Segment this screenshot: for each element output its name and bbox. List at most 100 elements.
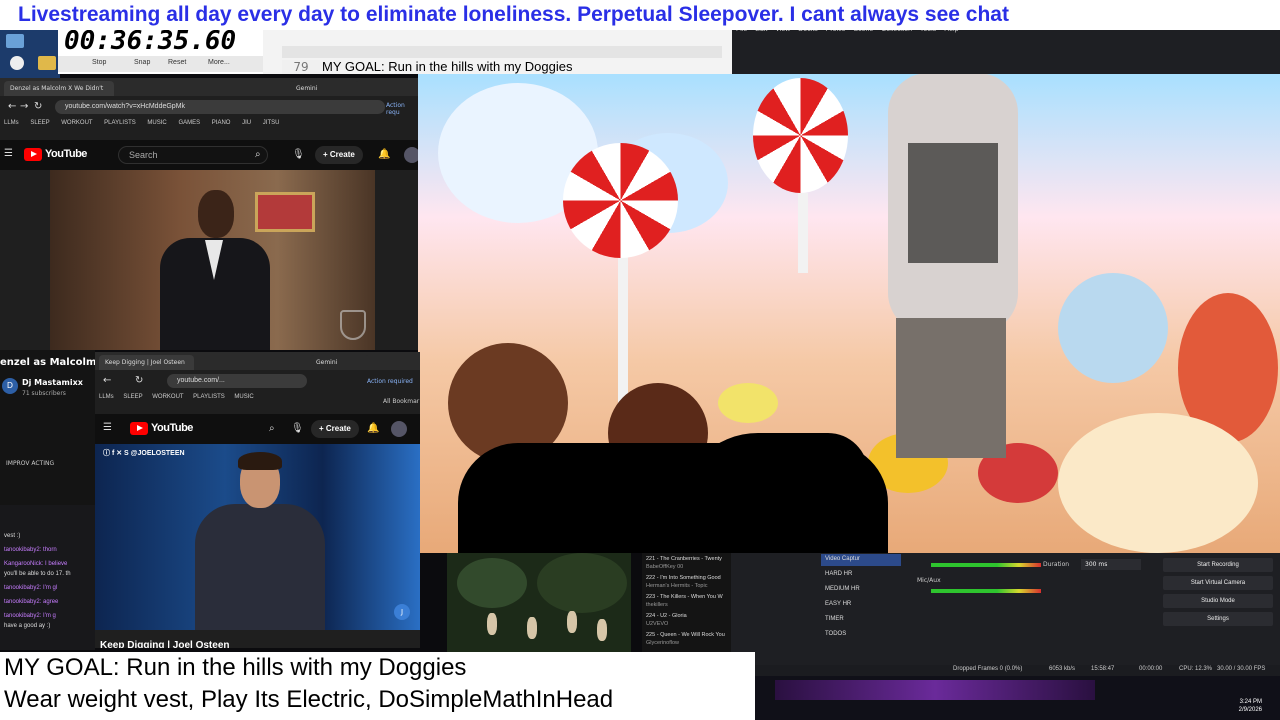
bookmark-playlists[interactable]: PLAYLISTS: [193, 394, 225, 400]
source-item[interactable]: Video Captur: [821, 554, 901, 566]
clock-icon[interactable]: [10, 56, 24, 70]
action-required[interactable]: Action requ: [386, 102, 420, 116]
album-art: [447, 553, 631, 653]
bookmark-sleep[interactable]: SLEEP: [30, 120, 49, 126]
system-clock[interactable]: 3:24 PM 2/9/2026: [1239, 698, 1262, 714]
bell-icon[interactable]: 🔔: [367, 424, 379, 434]
line-number: 79: [282, 60, 320, 74]
bookmark-music[interactable]: MUSIC: [147, 120, 166, 126]
cpu-usage: CPU: 12.3%: [1179, 666, 1213, 672]
channel-name[interactable]: Dj Mastamixx: [22, 378, 83, 387]
figure-shape: [527, 617, 537, 639]
forward-icon[interactable]: →: [20, 102, 28, 112]
studio-mode-button[interactable]: Studio Mode: [1163, 594, 1273, 608]
gemini-tab[interactable]: Gemini: [290, 81, 360, 96]
source-item[interactable]: EASY HR: [821, 599, 901, 611]
duration-input[interactable]: 300 ms: [1081, 559, 1141, 570]
bookmark-jiu-jitsu[interactable]: JIU JITSU: [242, 120, 279, 126]
notepad-tabs[interactable]: [282, 46, 722, 58]
source-item[interactable]: TODOS: [821, 629, 901, 641]
all-bookmarks[interactable]: All Bookmar: [383, 398, 419, 405]
playlist-item[interactable]: 225 - Queen - We Will Rock You: [646, 632, 725, 638]
reset-button[interactable]: Reset: [168, 59, 186, 66]
bookmark-playlists[interactable]: PLAYLISTS: [104, 120, 136, 126]
browser-tab[interactable]: Keep Digging | Joel Osteen: [99, 355, 194, 370]
bookmark-llms[interactable]: LLMs: [99, 394, 114, 400]
back-icon[interactable]: ←: [8, 102, 16, 112]
bookmark-piano[interactable]: PIANO: [212, 120, 231, 126]
snap-button[interactable]: Snap: [134, 59, 150, 66]
improv-bookmark[interactable]: IMPROV ACTING: [6, 460, 54, 467]
search-input[interactable]: Search: [118, 146, 268, 164]
playlist-item[interactable]: 221 - The Cranberries - Twenty: [646, 556, 722, 562]
video-capture-preview: [418, 73, 1280, 553]
bitrate: 6053 kb/s: [1049, 666, 1076, 672]
video-caption: Keep Digging | Joel Osteen: [100, 640, 230, 648]
stop-button[interactable]: Stop: [92, 59, 106, 66]
microphone-icon[interactable]: 🎙: [292, 150, 305, 160]
video-player-osteen[interactable]: ⓘ f ✕ S @JOELOSTEEN J: [95, 444, 420, 630]
bell-icon[interactable]: 🔔: [378, 150, 390, 160]
bookmark-sleep[interactable]: SLEEP: [123, 394, 142, 400]
address-bar[interactable]: youtube.com/watch?v=xHcMddeGpMk: [55, 100, 385, 114]
sparkle-shape: [1058, 273, 1168, 383]
source-item[interactable]: TIMER: [821, 614, 901, 626]
bookmark-workout[interactable]: WORKOUT: [152, 394, 183, 400]
reload-icon[interactable]: ↻: [135, 376, 143, 386]
notepad-window: 79 MY GOAL: Run in the hills with my Dog…: [262, 30, 732, 74]
ground-shape: [1058, 413, 1258, 553]
youtube-brand[interactable]: YouTube: [45, 148, 87, 160]
channel-avatar[interactable]: D: [2, 378, 18, 394]
youtube-logo-icon[interactable]: [24, 148, 42, 161]
source-item[interactable]: MEDIUM HR: [821, 584, 901, 596]
playlist-item[interactable]: 224 - U2 - Gloria: [646, 613, 687, 619]
start-virtual-camera-button[interactable]: Start Virtual Camera: [1163, 576, 1273, 590]
microphone-icon[interactable]: 🎙: [291, 424, 304, 434]
video-player-malcolm[interactable]: [50, 170, 375, 350]
back-icon[interactable]: ←: [103, 376, 111, 386]
taskbar-highlight: [775, 680, 1095, 700]
menu-icon[interactable]: ☰: [103, 423, 112, 433]
notepad-goal-line[interactable]: MY GOAL: Run in the hills with my Doggie…: [322, 60, 572, 74]
create-label: Create: [329, 150, 355, 159]
action-required[interactable]: Action required: [367, 378, 413, 385]
gemini-tab[interactable]: Gemini: [310, 355, 370, 370]
bookmark-games[interactable]: GAMES: [178, 120, 200, 126]
lollipop-swirl: [753, 78, 848, 193]
handle-text: @JOELOSTEEN: [130, 450, 185, 457]
obs-controls-panel: Video Captur HARD HR MEDIUM HR EASY HR T…: [731, 553, 1280, 665]
playlist-item-channel: thekillers: [646, 602, 668, 608]
bookmark-llms[interactable]: LLMs: [4, 120, 19, 126]
audio-meter: [931, 589, 1041, 593]
create-button[interactable]: + Create: [311, 420, 359, 438]
settings-button[interactable]: Settings: [1163, 612, 1273, 626]
playlist-item[interactable]: 222 - I'm Into Something Good: [646, 575, 721, 581]
youtube-brand[interactable]: YouTube: [151, 422, 193, 434]
youtube-header: ☰ YouTube Search ⌕ 🎙 + Create 🔔: [0, 140, 420, 170]
wb-watermark-icon: [340, 310, 366, 340]
more-button[interactable]: More...: [208, 59, 230, 66]
search-icon[interactable]: ⌕: [255, 150, 261, 160]
bookmark-music[interactable]: MUSIC: [234, 394, 253, 400]
lollipop-swirl: [563, 143, 678, 258]
avatar[interactable]: [391, 421, 407, 437]
folder-icon[interactable]: [38, 56, 56, 70]
figure-shape: [487, 613, 497, 635]
playlist-item[interactable]: 223 - The Killers - When You W: [646, 594, 723, 600]
chat-message: have a good ay :): [4, 623, 51, 629]
create-button[interactable]: + Create: [315, 146, 363, 164]
youtube-logo-icon[interactable]: [130, 422, 148, 435]
chat-message: tanookibaby2: thorn: [4, 547, 57, 553]
bookmark-workout[interactable]: WORKOUT: [61, 120, 92, 126]
reload-icon[interactable]: ↻: [34, 102, 42, 112]
address-bar[interactable]: youtube.com/...: [167, 374, 307, 388]
chat-message: tanookibaby2: agree: [4, 599, 59, 605]
source-item[interactable]: HARD HR: [821, 569, 901, 581]
browser-tab[interactable]: Denzel as Malcolm X We Didn't: [4, 81, 114, 96]
recycle-bin-icon[interactable]: [6, 34, 24, 48]
create-label: Create: [325, 424, 351, 433]
speaker-hair: [238, 452, 282, 470]
menu-icon[interactable]: ☰: [4, 149, 13, 159]
search-icon[interactable]: ⌕: [269, 424, 275, 434]
start-recording-button[interactable]: Start Recording: [1163, 558, 1273, 572]
